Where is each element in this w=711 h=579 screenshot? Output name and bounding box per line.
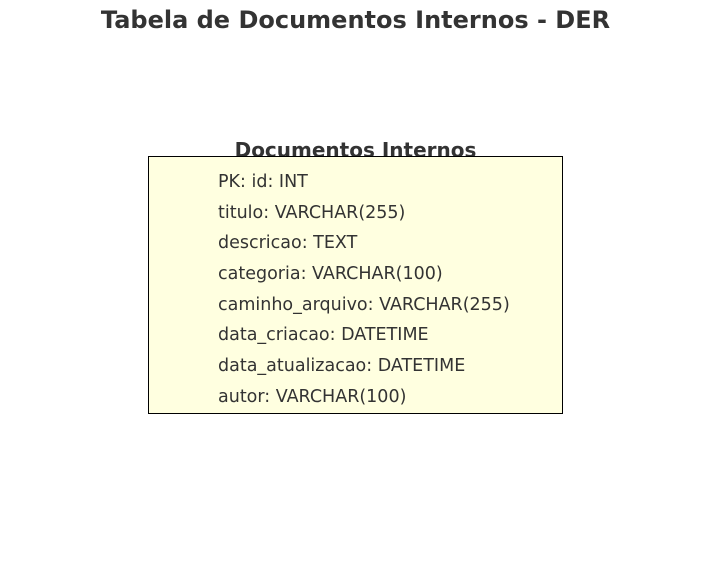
- attribute-data-criacao: data_criacao: DATETIME: [218, 325, 429, 346]
- attribute-primary-key: PK: id: INT: [218, 172, 308, 192]
- attribute-categoria: categoria: VARCHAR(100): [218, 264, 443, 285]
- attribute-titulo: titulo: VARCHAR(255): [218, 202, 406, 223]
- attribute-descricao: descricao: TEXT: [218, 233, 358, 254]
- attribute-list: PK: id: INT titulo: VARCHAR(255) descric…: [218, 169, 510, 415]
- attribute-autor: autor: VARCHAR(100): [218, 386, 407, 407]
- attribute-data-atualizacao: data_atualizacao: DATETIME: [218, 356, 466, 377]
- diagram-title: Tabela de Documentos Internos - DER: [100, 6, 611, 34]
- entity-box: PK: id: INT titulo: VARCHAR(255) descric…: [148, 156, 563, 414]
- attribute-caminho-arquivo: caminho_arquivo: VARCHAR(255): [218, 294, 510, 315]
